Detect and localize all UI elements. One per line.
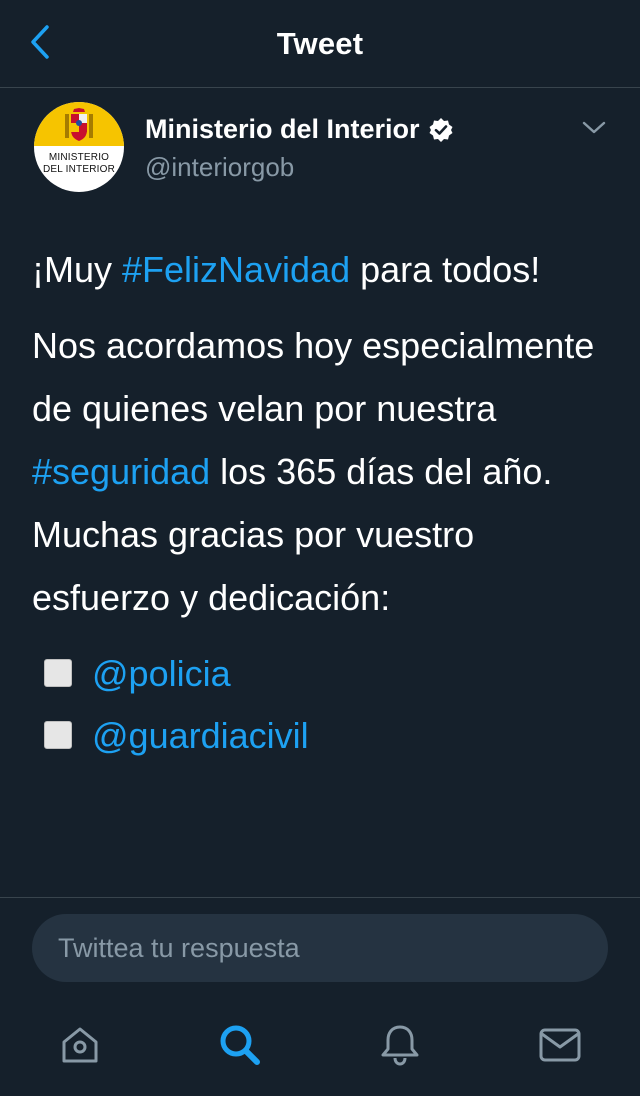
- bottom-tab-bar: [0, 1001, 640, 1096]
- avatar-label: MINISTERIO DEL INTERIOR: [34, 152, 124, 176]
- hashtag-feliznavidad[interactable]: #FelizNavidad: [122, 249, 350, 290]
- avatar[interactable]: MINISTERIO DEL INTERIOR: [34, 102, 124, 192]
- mention-guardiacivil[interactable]: @guardiacivil: [92, 704, 309, 767]
- avatar-text-line2: DEL INTERIOR: [42, 164, 116, 175]
- reply-bar: Twittea tu respuesta: [0, 897, 640, 1001]
- bell-icon: [378, 1022, 422, 1073]
- tweet-author: MINISTERIO DEL INTERIOR Ministerio del I…: [34, 102, 610, 194]
- text-segment: para todos!: [350, 249, 541, 290]
- home-icon: [58, 1023, 102, 1072]
- avatar-text-line1: MINISTERIO: [48, 152, 110, 163]
- author-handle[interactable]: @interiorgob: [145, 152, 294, 183]
- coat-of-arms-icon: [65, 108, 93, 141]
- reply-input[interactable]: Twittea tu respuesta: [32, 914, 608, 982]
- tweet-paragraph-2: Nos acordamos hoy especialmente de quien…: [32, 314, 612, 629]
- tweet-detail-screen: Tweet MINISTERIO DEL INTERIOR Ministerio…: [0, 0, 640, 1096]
- list-item: @guardiacivil: [32, 704, 612, 766]
- author-name-row: Ministerio del Interior: [145, 114, 454, 145]
- white-square-icon: [44, 659, 72, 687]
- tab-messages[interactable]: [536, 1023, 584, 1071]
- mention-policia[interactable]: @policia: [92, 642, 231, 705]
- tab-home[interactable]: [56, 1023, 104, 1071]
- tab-search[interactable]: [216, 1023, 264, 1071]
- page-title: Tweet: [276, 26, 364, 61]
- hashtag-seguridad[interactable]: #seguridad: [32, 451, 210, 492]
- white-square-icon: [44, 721, 72, 749]
- mention-list: @policia @guardiacivil: [32, 642, 612, 766]
- more-options-button[interactable]: [578, 118, 610, 142]
- mail-icon: [538, 1025, 582, 1070]
- tab-notifications[interactable]: [376, 1023, 424, 1071]
- tweet-paragraph-1: ¡Muy #FelizNavidad para todos!: [32, 238, 612, 301]
- search-icon: [217, 1022, 263, 1073]
- chevron-down-icon: [582, 121, 606, 140]
- author-name[interactable]: Ministerio del Interior: [145, 114, 420, 145]
- text-segment: ¡Muy: [32, 249, 122, 290]
- text-segment: Nos acordamos hoy especialmente de quien…: [32, 325, 595, 429]
- verified-badge-icon: [428, 117, 454, 143]
- tweet-text: ¡Muy #FelizNavidad para todos! Nos acord…: [32, 238, 612, 766]
- list-item: @policia: [32, 642, 612, 704]
- top-nav-bar: Tweet: [0, 0, 640, 88]
